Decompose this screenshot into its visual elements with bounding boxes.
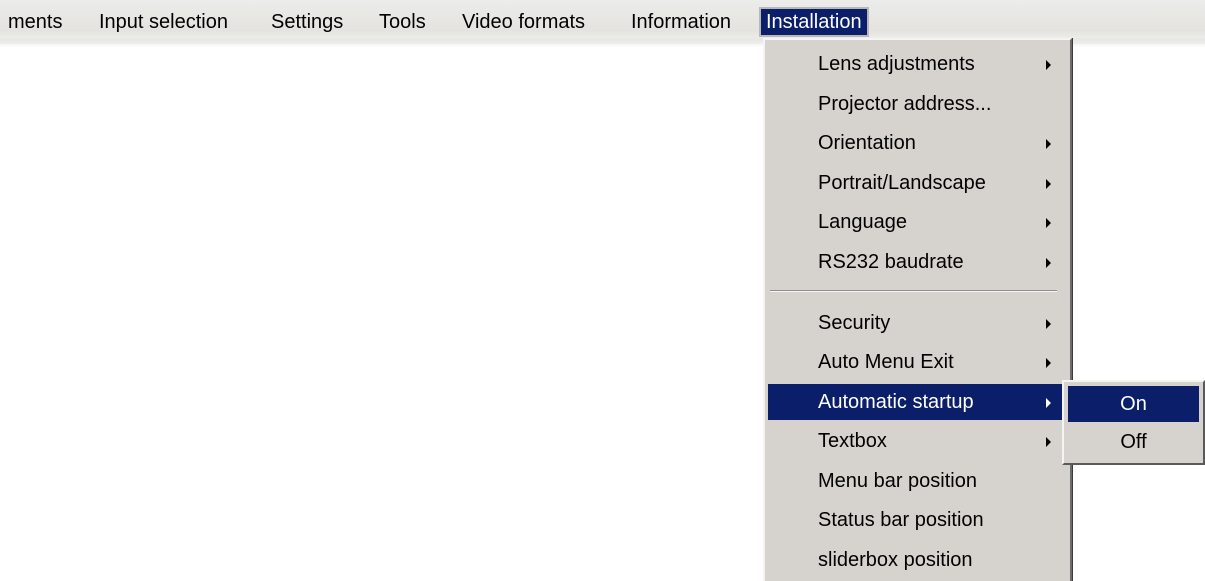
- menu-information[interactable]: Information: [626, 7, 736, 37]
- menu-installation[interactable]: Installation: [759, 7, 869, 37]
- submenu-arrow-icon: [1046, 218, 1051, 228]
- menu-item-label: Menu bar position: [818, 470, 977, 492]
- menu-item-menu-bar-position[interactable]: Menu bar position: [768, 463, 1069, 499]
- menu-item-orientation[interactable]: Orientation: [768, 125, 1069, 161]
- submenu-arrow-icon: [1046, 60, 1051, 70]
- submenu-item-on[interactable]: On: [1068, 386, 1199, 422]
- submenu-arrow-icon: [1046, 358, 1051, 368]
- menu-video-formats[interactable]: Video formats: [457, 7, 590, 37]
- menu-item-portrait-landscape[interactable]: Portrait/Landscape: [768, 165, 1069, 201]
- submenu-arrow-icon: [1046, 398, 1051, 408]
- menu-item-label: Lens adjustments: [818, 53, 975, 75]
- menu-item-label: Status bar position: [818, 509, 984, 531]
- submenu-arrow-icon: [1046, 139, 1051, 149]
- menu-input-selection[interactable]: Input selection: [94, 7, 233, 37]
- menu-item-sliderbox-position[interactable]: sliderbox position: [768, 542, 1069, 578]
- menu-adjustments[interactable]: ments: [3, 7, 67, 37]
- menu-item-label: Textbox: [818, 430, 887, 452]
- menu-item-automatic-startup[interactable]: Automatic startup: [768, 384, 1069, 420]
- menu-item-security[interactable]: Security: [768, 305, 1069, 341]
- menu-item-label: Portrait/Landscape: [818, 172, 986, 194]
- submenu-arrow-icon: [1046, 319, 1051, 329]
- installation-dropdown: Lens adjustments Projector address... Or…: [763, 38, 1072, 581]
- menu-item-label: Security: [818, 312, 891, 334]
- menu-separator: [770, 290, 1057, 292]
- menu-item-language[interactable]: Language: [768, 204, 1069, 240]
- menu-item-textbox[interactable]: Textbox: [768, 423, 1069, 459]
- menu-settings[interactable]: Settings: [266, 7, 348, 37]
- menu-tools[interactable]: Tools: [374, 7, 431, 37]
- menu-item-projector-address[interactable]: Projector address...: [768, 86, 1069, 122]
- menu-item-label: sliderbox position: [818, 549, 973, 571]
- menu-item-label: Projector address...: [818, 93, 992, 115]
- submenu-arrow-icon: [1046, 437, 1051, 447]
- automatic-startup-submenu: On Off: [1062, 380, 1205, 465]
- menu-item-label: Language: [818, 211, 907, 233]
- menu-item-lens-adjustments[interactable]: Lens adjustments: [768, 46, 1069, 82]
- menu-item-auto-menu-exit[interactable]: Auto Menu Exit: [768, 344, 1069, 380]
- projector-osd-screen: ments Input selection Settings Tools Vid…: [0, 0, 1205, 581]
- menu-item-rs232-baudrate[interactable]: RS232 baudrate: [768, 244, 1069, 280]
- submenu-arrow-icon: [1046, 179, 1051, 189]
- menu-item-label: RS232 baudrate: [818, 251, 964, 273]
- menu-item-label: Orientation: [818, 132, 916, 154]
- menu-item-label: Auto Menu Exit: [818, 351, 954, 373]
- submenu-arrow-icon: [1046, 258, 1051, 268]
- menu-item-status-bar-position[interactable]: Status bar position: [768, 502, 1069, 538]
- submenu-item-off[interactable]: Off: [1068, 424, 1199, 460]
- menu-item-label: Automatic startup: [818, 391, 974, 413]
